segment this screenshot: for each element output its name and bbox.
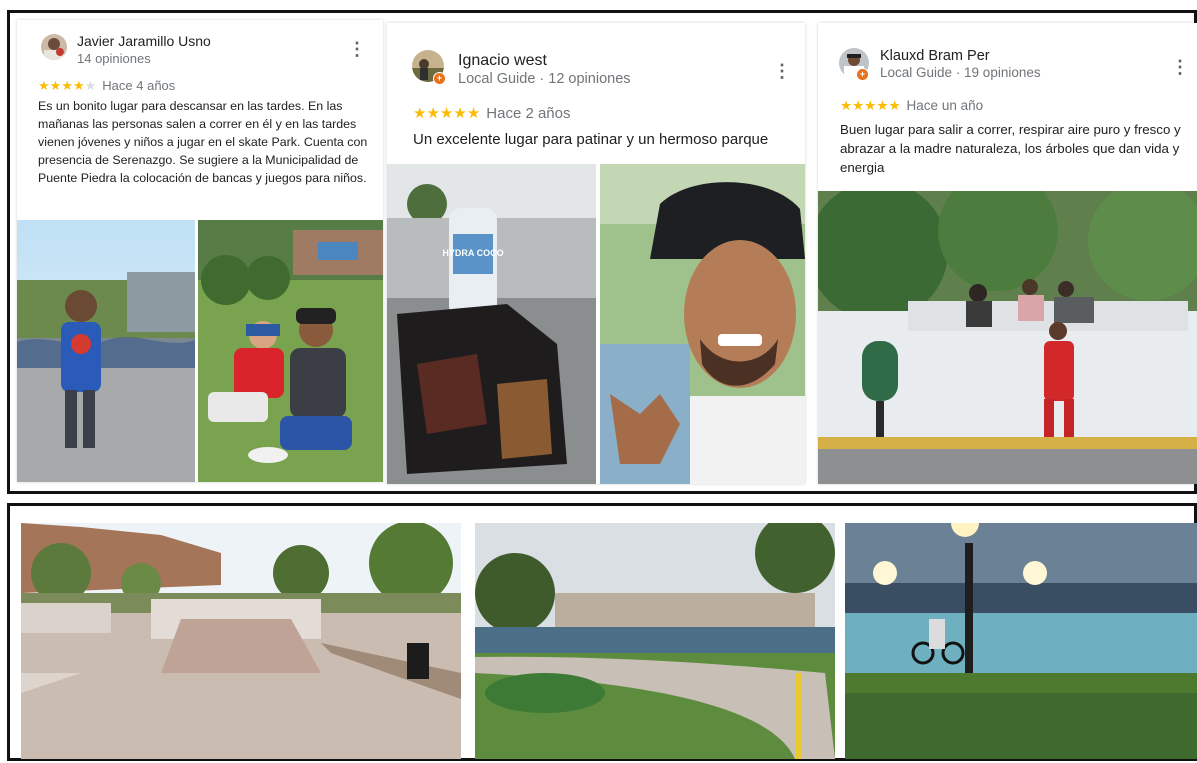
review-author-meta: Local Guide · 12 opiniones	[458, 71, 631, 87]
star-icon: ★	[888, 98, 901, 113]
rating-stars: ★★★★★ Hace un año	[840, 97, 983, 115]
review-photo[interactable]	[600, 164, 805, 484]
star-icon: ★	[72, 78, 85, 93]
park-photo-skatepark[interactable]	[21, 523, 461, 759]
review-author-meta: 14 opiniones	[77, 51, 151, 66]
review-author[interactable]: Javier Jaramillo Usno	[77, 33, 211, 49]
review-photo[interactable]: HYDRA COCO	[387, 164, 596, 484]
review-photo[interactable]	[818, 191, 1197, 484]
star-icon: ★	[413, 105, 427, 122]
park-photos-panel	[7, 503, 1197, 761]
local-guide-badge-icon: +	[856, 68, 869, 81]
review-photo[interactable]	[198, 220, 383, 482]
review-text: Un excelente lugar para patinar y un her…	[413, 131, 769, 148]
review-author-meta: Local Guide · 19 opiniones	[880, 65, 1041, 80]
star-icon: ★	[466, 105, 481, 122]
review-text: Buen lugar para salir a correr, respirar…	[840, 122, 1181, 175]
star-icon: ★	[876, 98, 889, 113]
review-author[interactable]: Ignacio west	[458, 52, 547, 70]
star-icon: ★	[84, 78, 97, 93]
avatar[interactable]	[41, 34, 67, 60]
star-icon: ★	[840, 98, 853, 113]
review-author[interactable]: Klauxd Bram Per	[880, 48, 990, 64]
review-time: Hace 4 años	[102, 78, 176, 93]
local-guide-badge-icon: +	[433, 72, 446, 85]
rating-stars: ★★★★★ Hace 4 años	[38, 78, 175, 94]
rating-stars: ★★★★★ Hace 2 años	[413, 104, 571, 124]
star-icon: ★	[852, 98, 865, 113]
review-text: Es un bonito lugar para descansar en las…	[38, 99, 368, 185]
review-time: Hace un año	[906, 98, 984, 113]
review-card-2: + Ignacio west Local Guide · 12 opinione…	[387, 23, 805, 484]
more-vert-icon[interactable]: ⋮	[1171, 58, 1189, 76]
reviews-panel: Javier Jaramillo Usno 14 opiniones ⋮ ★★★…	[7, 10, 1197, 494]
park-photo-court-day[interactable]	[475, 523, 835, 759]
review-card-1: Javier Jaramillo Usno 14 opiniones ⋮ ★★★…	[17, 20, 383, 482]
star-icon: ★	[38, 78, 50, 93]
park-photo-court-night[interactable]	[845, 523, 1197, 759]
more-vert-icon[interactable]: ⋮	[348, 40, 366, 58]
review-time: Hace 2 años	[486, 105, 571, 122]
star-icon: ★	[453, 105, 467, 122]
star-icon: ★	[426, 105, 440, 122]
star-icon: ★	[61, 78, 73, 93]
star-icon: ★	[864, 98, 877, 113]
more-vert-icon[interactable]: ⋮	[773, 62, 791, 80]
review-card-3: + Klauxd Bram Per Local Guide · 19 opini…	[818, 23, 1197, 484]
star-icon: ★	[439, 105, 454, 122]
star-icon: ★	[49, 78, 62, 93]
review-photo[interactable]	[17, 220, 195, 482]
bottle-label: HYDRA COCO	[442, 248, 503, 258]
